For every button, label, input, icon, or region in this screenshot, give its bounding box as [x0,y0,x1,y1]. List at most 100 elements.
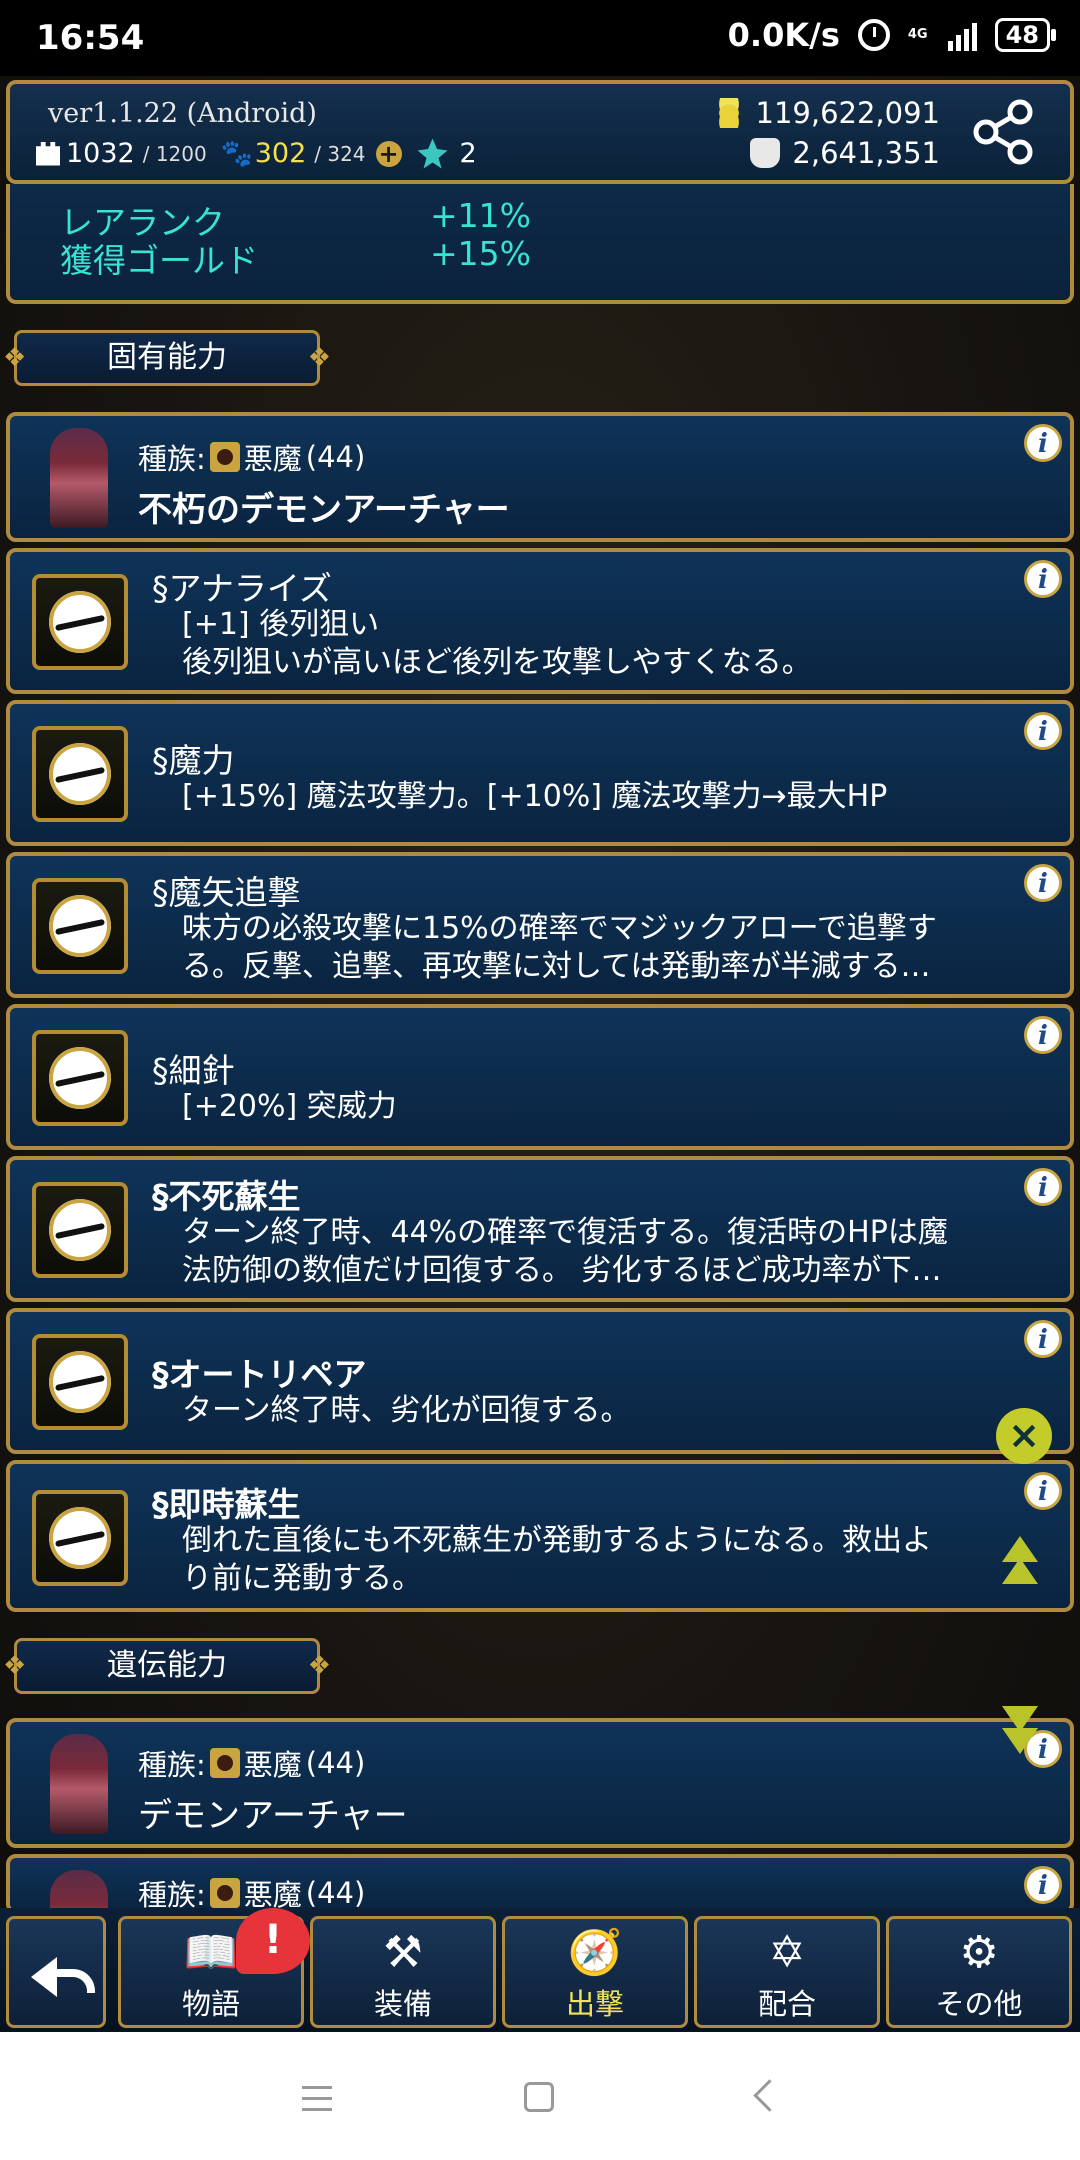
network-type: 4G [907,27,928,42]
skill-card-auto-repair[interactable]: §オートリペア ターン終了時、劣化が回復する。 i [6,1308,1074,1454]
info-button[interactable]: i [1024,1472,1062,1510]
unit-name: デモンアーチャー [138,1796,408,1836]
nav-equip[interactable]: ⚒ 装備 [310,1916,496,2028]
info-button[interactable]: i [1024,712,1062,750]
info-button[interactable]: i [1024,560,1062,598]
skill-title: §魔矢追撃 [152,873,301,912]
character-portrait [50,428,108,528]
bonus-value: +11% [430,196,531,235]
skill-desc-line2: り前に発動する。 [182,1561,422,1596]
skill-title: §オートリペア [152,1355,367,1394]
scroll-up-icon[interactable] [1002,1536,1042,1596]
nav-other[interactable]: ⚙ その他 [886,1916,1072,2028]
bag-icon [750,138,781,168]
race-name: 悪魔 [243,1748,302,1782]
info-button[interactable]: i [1024,424,1062,462]
skill-title: §即時蘇生 [152,1485,301,1524]
character-portrait [50,1734,108,1834]
demon-race-icon [209,1878,240,1908]
skill-card-fine-needle[interactable]: §細針 [+20%] 突威力 i [6,1004,1074,1150]
skill-icon [32,726,128,822]
resource-header: ver1.1.22 (Android) 1032 / 1200 🐾 302 / … [6,80,1074,184]
info-button[interactable]: i [1024,1016,1062,1054]
crystal-count: 2 [459,138,477,169]
nav-fusion[interactable]: ✡ 配合 [694,1916,880,2028]
nav-label: その他 [935,1987,1023,2021]
skill-card-magic[interactable]: §魔力 [+15%] 魔法攻撃力。[+10%] 魔法攻撃力→最大HP i [6,700,1074,846]
nav-label: 物語 [181,1987,240,2021]
race-line: 種族: 悪魔 (44) [138,436,365,478]
skill-icon [32,878,128,974]
gems-display: 2,641,351 [750,136,940,170]
unit-name: 不朽のデモンアーチャー [138,490,510,530]
skill-desc-line1: [+20%] 突威力 [182,1089,397,1124]
skill-title: §魔力 [152,741,235,780]
race-level: (44) [305,1746,366,1780]
home-icon[interactable] [524,2082,554,2112]
castle-max: / 1200 [142,141,207,166]
hexagram-icon: ✡ [768,1927,806,1978]
bonus-panel: レアランク +11% 獲得ゴールド +15% [6,184,1074,304]
coins-icon [711,98,746,128]
gold-value: 119,622,091 [755,96,941,130]
info-button[interactable]: i [1024,1168,1062,1206]
share-button[interactable] [968,96,1040,168]
skill-card-instant-revival[interactable]: §即時蘇生 倒れた直後にも不死蘇生が発動するようになる。救出よ り前に発動する。… [6,1460,1074,1612]
paw-icon: 🐾 [220,138,254,169]
skill-desc-line1: [+15%] 魔法攻撃力。[+10%] 魔法攻撃力→最大HP [182,779,888,814]
battery-icon: 48 [994,18,1057,52]
innate-unit-card[interactable]: 種族: 悪魔 (44) 不朽のデモンアーチャー i [6,412,1074,542]
system-back-icon[interactable] [753,2079,786,2112]
skill-card-analyze[interactable]: §アナライズ [+1] 後列狙い 後列狙いが高いほど後列を攻撃しやすくなる。 i [6,548,1074,694]
skill-card-undead-revival[interactable]: §不死蘇生 ターン終了時、44%の確率で復活する。復活時のHPは魔 法防御の数値… [6,1156,1074,1302]
signal-icon [947,19,977,51]
close-icon[interactable]: × [996,1408,1052,1464]
bonus-label: 獲得ゴールド [60,241,258,280]
scroll-down-icon[interactable] [1002,1706,1042,1766]
network-speed: 0.0K/s [727,16,840,54]
castle-value: 1032 [66,138,135,169]
skill-desc-line2: 後列狙いが高いほど後列を攻撃しやすくなる。 [182,645,812,680]
race-level: (44) [305,1876,366,1910]
paw-max: / 324 [314,141,366,166]
crystal-icon [417,138,448,169]
skill-icon [32,574,128,670]
back-button[interactable] [6,1916,106,2028]
skill-title: §アナライズ [152,569,332,608]
skill-icon [32,1030,128,1126]
skill-desc-line2: 法防御の数値だけ回復する。 劣化するほど成功率が下… [182,1253,942,1288]
recent-apps-icon[interactable] [302,2086,332,2119]
status-right: 0.0K/s 4G 48 [727,16,1057,54]
skill-icon [32,1490,128,1586]
skill-card-magic-arrow[interactable]: §魔矢追撃 味方の必殺攻撃に15%の確率でマジックアローで追撃す る。反撃、追撃… [6,852,1074,998]
skill-title: §不死蘇生 [152,1177,301,1216]
skill-desc-line1: ターン終了時、44%の確率で復活する。復活時のHPは魔 [182,1215,948,1250]
bottom-navigation: 📖 物語 ⚒ 装備 🧭 出撃 ✡ 配合 ⚙ その他 [0,1908,1080,2032]
inherited-unit-card-2[interactable]: 種族: 悪魔 (44) i [6,1854,1074,1914]
gear-icon: ⚙ [959,1927,999,1978]
race-name: 悪魔 [243,442,302,476]
info-button[interactable]: i [1024,864,1062,902]
race-label: 種族: [138,442,206,476]
skill-title: §細針 [152,1051,235,1090]
status-bar: 16:54 0.0K/s 4G 48 [0,0,1080,76]
skill-desc-line1: [+1] 後列狙い [182,607,380,642]
demon-race-icon [209,1748,240,1778]
skill-icon [32,1182,128,1278]
unit-stats: 1032 / 1200 🐾 302 / 324 + 2 [36,138,477,169]
info-button[interactable]: i [1024,1866,1062,1904]
map-compass-icon: 🧭 [567,1927,623,1978]
castle-icon [36,141,60,166]
info-button[interactable]: i [1024,1320,1062,1358]
inherited-unit-card[interactable]: 種族: 悪魔 (44) デモンアーチャー i [6,1718,1074,1848]
plus-icon[interactable]: + [375,140,402,167]
race-label: 種族: [138,1748,206,1782]
race-line: 種族: 悪魔 (44) [138,1742,365,1784]
section-innate: 固有能力 [3,330,331,386]
nav-sortie[interactable]: 🧭 出撃 [502,1916,688,2028]
version-label: ver1.1.22 (Android) [48,98,317,129]
share-icon [973,99,1033,165]
system-navigation-bar [0,2032,1080,2160]
anvil-icon: ⚒ [383,1927,423,1978]
gems-value: 2,641,351 [792,136,940,170]
